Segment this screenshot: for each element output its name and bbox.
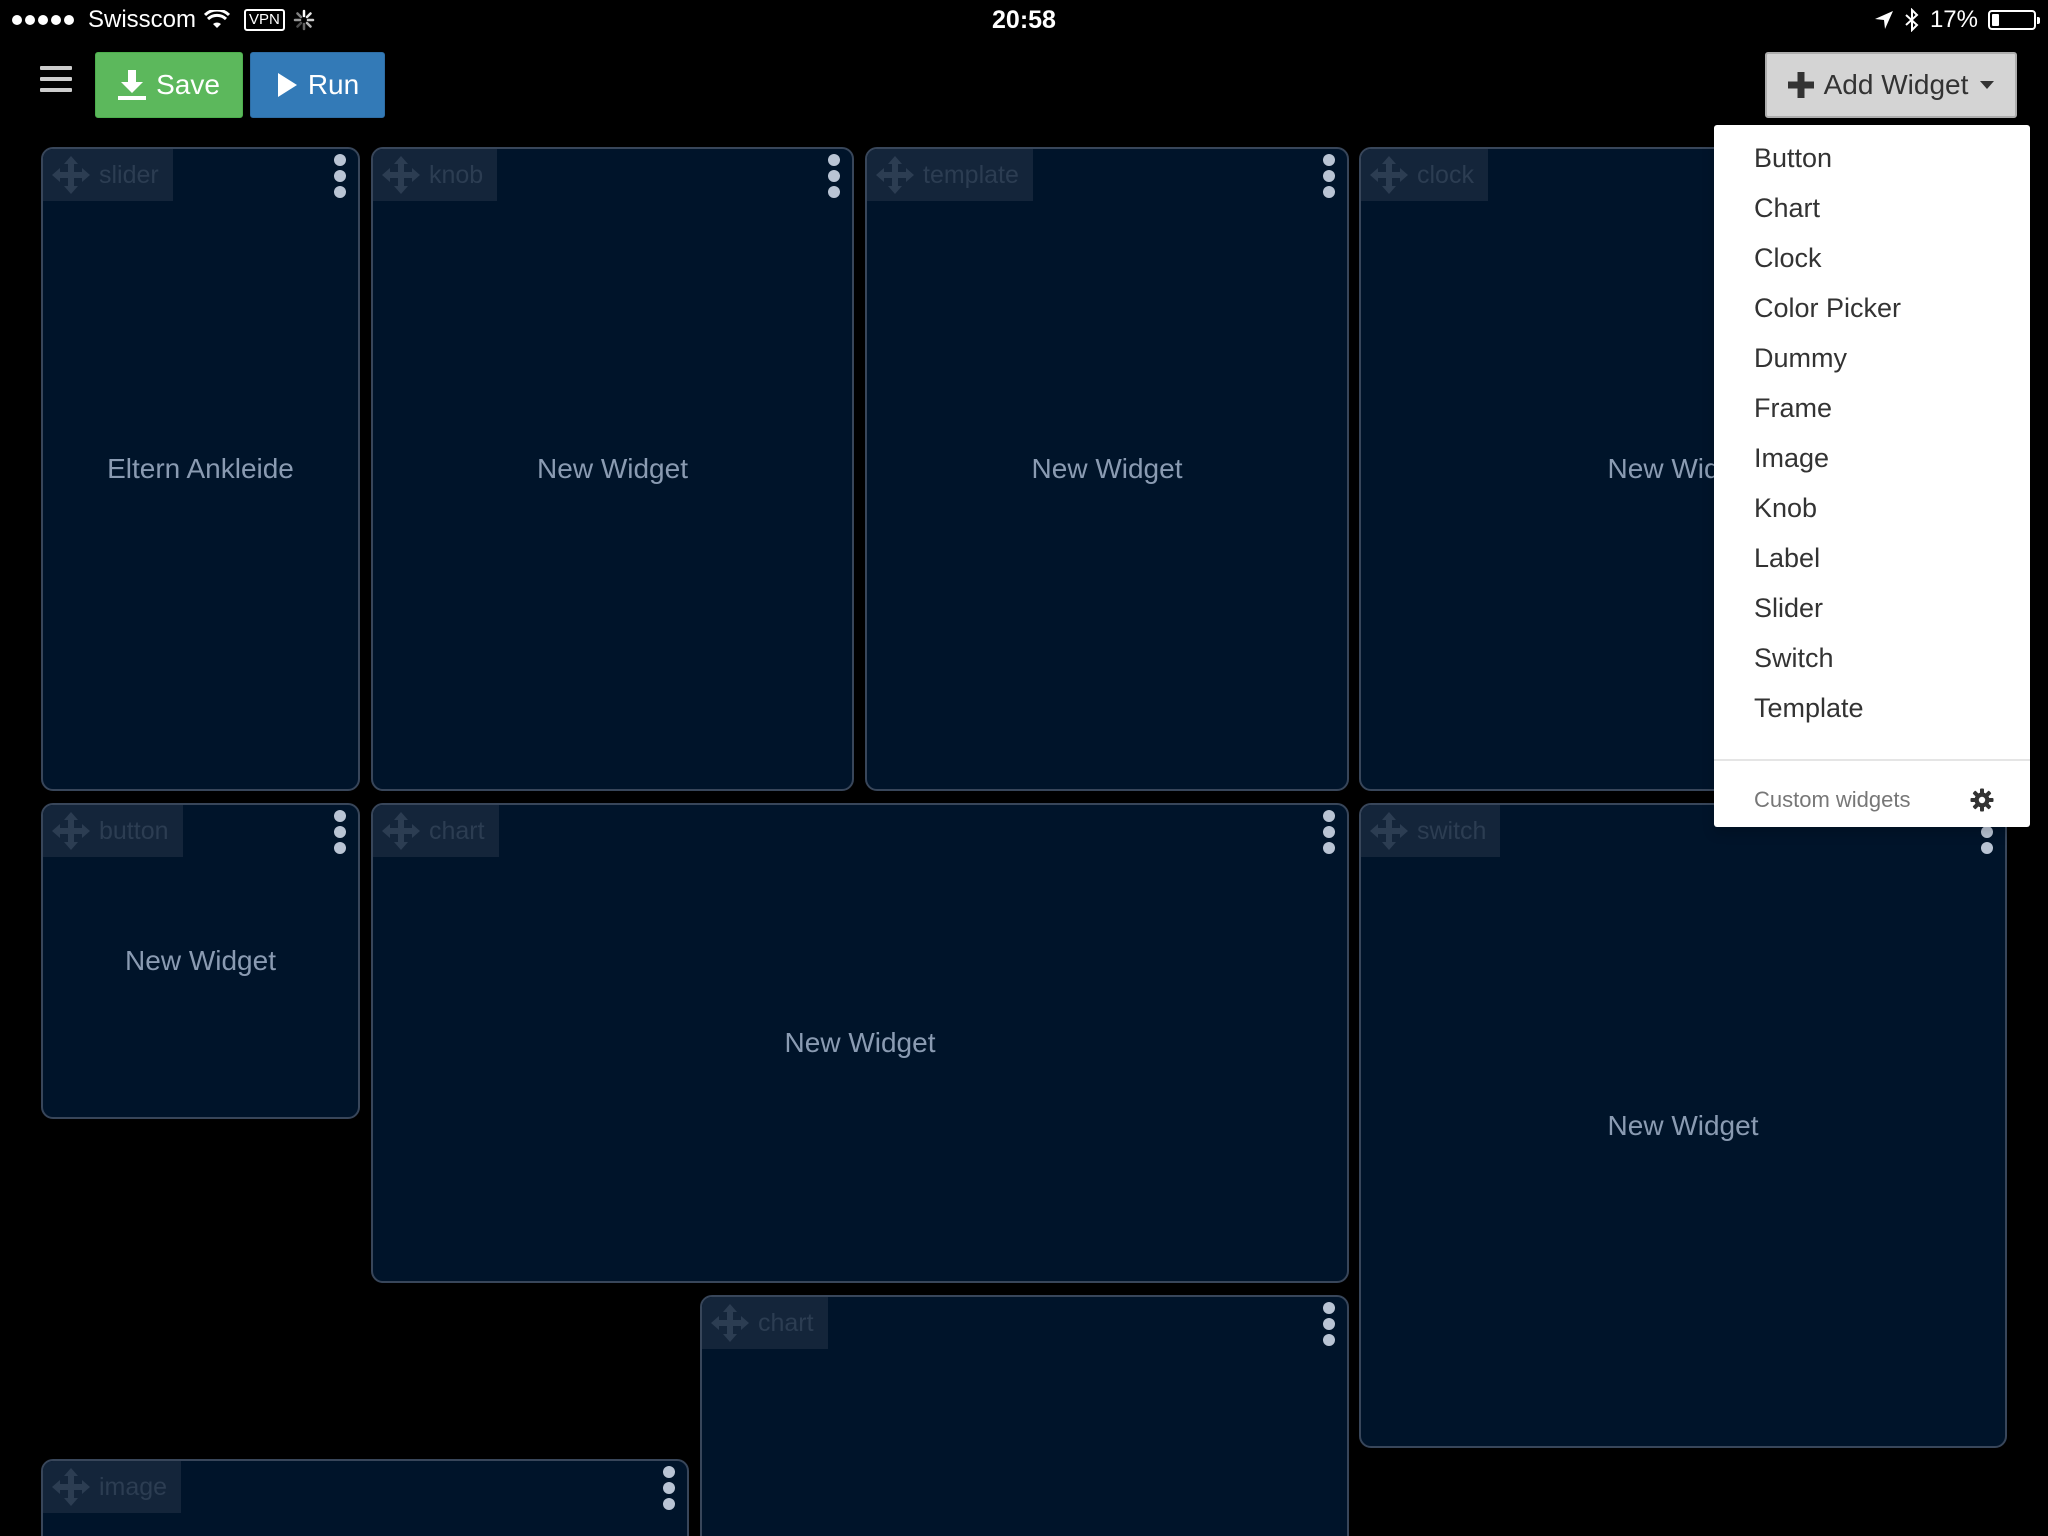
- widget-type-label: switch: [1417, 817, 1487, 845]
- widget-type-label: chart: [758, 1309, 814, 1337]
- widget-drag-handle[interactable]: button: [43, 805, 183, 857]
- widget-drag-handle[interactable]: image: [43, 1461, 182, 1513]
- widget-drag-handle[interactable]: knob: [373, 149, 498, 201]
- widget-type-label: chart: [429, 817, 485, 845]
- plus-icon: [1787, 72, 1814, 98]
- more-options-icon[interactable]: [659, 1463, 679, 1511]
- more-options-icon[interactable]: [330, 151, 350, 199]
- menu-item-switch[interactable]: Switch: [1714, 633, 2030, 683]
- run-button[interactable]: Run: [250, 52, 385, 118]
- widget-template[interactable]: template New Widget: [865, 147, 1349, 791]
- widget-text: New Widget: [537, 453, 688, 484]
- widget-button[interactable]: button New Widget: [41, 803, 360, 1119]
- move-icon: [382, 812, 420, 850]
- battery-icon: [1988, 10, 2040, 30]
- widget-switch[interactable]: switch New Widget: [1359, 803, 2007, 1448]
- move-icon: [876, 156, 914, 194]
- menu-item-template[interactable]: Template: [1714, 683, 2030, 733]
- widget-type-label: image: [99, 1473, 168, 1501]
- move-icon: [382, 156, 420, 194]
- move-icon: [52, 812, 90, 850]
- gear-icon[interactable]: [1970, 788, 1994, 812]
- chevron-down-icon: [1980, 81, 1995, 89]
- widget-slider[interactable]: slider Eltern Ankleide: [41, 147, 360, 791]
- more-options-icon[interactable]: [1319, 807, 1339, 855]
- status-right: 17%: [1874, 6, 2040, 34]
- more-options-icon[interactable]: [1319, 1299, 1339, 1347]
- move-icon: [1370, 812, 1408, 850]
- bluetooth-icon: [1905, 8, 1919, 32]
- menu-item-dummy[interactable]: Dummy: [1714, 333, 2030, 383]
- move-icon: [711, 1304, 749, 1342]
- widget-text: New Widget: [784, 1027, 936, 1058]
- widget-drag-handle[interactable]: switch: [1361, 805, 1501, 857]
- widget-drag-handle[interactable]: slider: [43, 149, 173, 201]
- menu-item-button[interactable]: Button: [1714, 133, 2030, 183]
- download-icon: [118, 70, 147, 100]
- clock-time: 20:58: [992, 6, 1056, 34]
- menu-item-color-picker[interactable]: Color Picker: [1714, 283, 2030, 333]
- widget-drag-handle[interactable]: chart: [373, 805, 499, 857]
- widget-type-label: slider: [99, 161, 159, 189]
- more-options-icon[interactable]: [330, 807, 350, 855]
- widget-text: New Widget: [125, 945, 276, 976]
- menu-item-frame[interactable]: Frame: [1714, 383, 2030, 433]
- widget-drag-handle[interactable]: chart: [702, 1297, 828, 1349]
- add-widget-label: Add Widget: [1823, 69, 1969, 100]
- custom-widgets-item[interactable]: Custom widgets: [1714, 771, 2030, 829]
- menu-item-slider[interactable]: Slider: [1714, 583, 2030, 633]
- play-icon: [277, 73, 297, 97]
- widget-chart-2[interactable]: chart: [700, 1295, 1349, 1536]
- more-options-icon[interactable]: [824, 151, 844, 199]
- battery-percent: 17%: [1929, 6, 1978, 33]
- move-icon: [52, 1468, 90, 1506]
- menu-item-image[interactable]: Image: [1714, 433, 2030, 483]
- location-arrow-icon: [1874, 11, 1893, 29]
- save-label: Save: [156, 69, 220, 100]
- widget-drag-handle[interactable]: clock: [1361, 149, 1488, 201]
- add-widget-dropdown: Button Chart Clock Color Picker Dummy Fr…: [1714, 125, 2030, 827]
- widget-type-label: clock: [1417, 161, 1474, 189]
- more-options-icon[interactable]: [1319, 151, 1339, 199]
- widget-drag-handle[interactable]: template: [867, 149, 1033, 201]
- add-widget-button[interactable]: Add Widget: [1765, 52, 2017, 118]
- hamburger-menu-icon[interactable]: [40, 66, 72, 94]
- menu-item-clock[interactable]: Clock: [1714, 233, 2030, 283]
- menu-item-chart[interactable]: Chart: [1714, 183, 2030, 233]
- widget-type-label: template: [923, 161, 1019, 189]
- widget-text: Eltern Ankleide: [107, 453, 294, 484]
- custom-widgets-label: Custom widgets: [1754, 787, 1911, 812]
- move-icon: [52, 156, 90, 194]
- menu-divider: [1714, 759, 2030, 761]
- widget-knob[interactable]: knob New Widget: [371, 147, 854, 791]
- widget-chart[interactable]: chart New Widget: [371, 803, 1349, 1283]
- run-label: Run: [307, 69, 360, 100]
- menu-item-label[interactable]: Label: [1714, 533, 2030, 583]
- widget-image[interactable]: image: [41, 1459, 689, 1536]
- widget-text: New Widget: [1031, 453, 1183, 484]
- menu-item-knob[interactable]: Knob: [1714, 483, 2030, 533]
- widget-type-label: button: [99, 817, 169, 845]
- widget-type-label: knob: [429, 161, 484, 189]
- status-bar: Swisscom VPN 20:58 17%: [0, 0, 2048, 40]
- save-button[interactable]: Save: [95, 52, 243, 118]
- widget-text: New Widget: [1607, 1109, 1759, 1141]
- move-icon: [1370, 156, 1408, 194]
